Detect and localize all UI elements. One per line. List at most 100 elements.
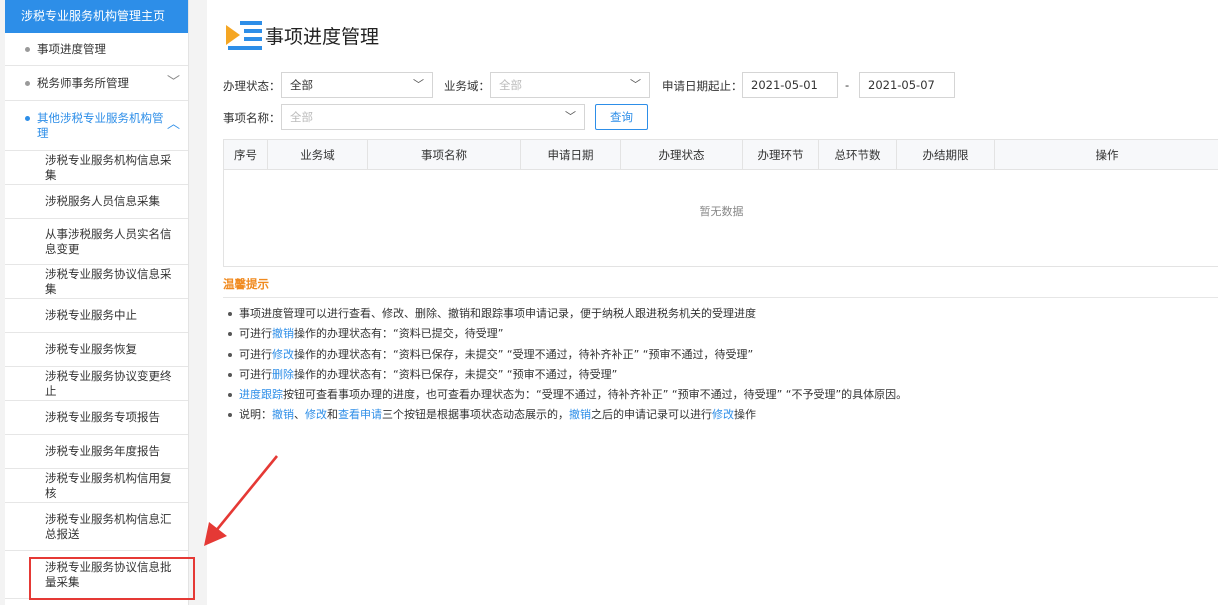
- sidebar-item-other-agencies[interactable]: 其他涉税专业服务机构管理 ︿: [5, 101, 188, 151]
- sidebar-subitem-label: 涉税专业服务机构信息采集: [45, 152, 172, 182]
- tip-keyword-link[interactable]: 撤销: [272, 408, 294, 421]
- item-name-placeholder: 全部: [290, 110, 313, 124]
- date-separator: -: [845, 78, 850, 92]
- column-header-item-name: 事项名称: [368, 140, 521, 170]
- tip-text: 可进行: [239, 327, 272, 341]
- sidebar-subitem-label: 涉税专业服务专项报告: [45, 410, 160, 424]
- tip-item: 事项进度管理可以进行查看、修改、删除、撤销和跟踪事项申请记录，便于纳税人跟进税务…: [225, 306, 1215, 326]
- sidebar-subitem[interactable]: 涉税专业服务机构信用复核: [5, 469, 188, 503]
- tips-title: 温馨提示: [223, 277, 269, 291]
- status-label: 办理状态：: [223, 79, 281, 93]
- sidebar-subitem-label: 涉税服务人员信息采集: [45, 194, 160, 208]
- date-from-value: 2021-05-01: [751, 78, 818, 92]
- tip-text: 可进行: [239, 347, 272, 361]
- sidebar-item-progress[interactable]: 事项进度管理: [5, 33, 188, 66]
- column-header-total-stages: 总环节数: [819, 140, 897, 170]
- sidebar-subitem-label: 涉税专业服务机构信息汇总报送: [45, 511, 172, 541]
- date-from-input[interactable]: 2021-05-01: [742, 72, 838, 98]
- annotation-highlight-box: [29, 557, 195, 600]
- tip-keyword-link[interactable]: 查看申请: [338, 408, 382, 421]
- table-empty-message: 暂无数据: [699, 205, 744, 218]
- sidebar-subitem[interactable]: 涉税专业服务年度报告: [5, 435, 188, 469]
- sidebar-subitem[interactable]: 涉税专业服务专项报告: [5, 401, 188, 435]
- sidebar-subitem[interactable]: 涉税专业服务中止: [5, 299, 188, 333]
- tip-keyword-link[interactable]: 修改: [305, 408, 327, 421]
- tip-text: 三个按钮是根据事项状态动态展示的，: [382, 408, 569, 422]
- tip-text: 操作的办理状态有：“资料已保存，未提交” “预审不通过，待受理”: [294, 367, 618, 381]
- tip-item: 可进行撤销操作的办理状态有：“资料已提交，待受理”: [225, 326, 1215, 346]
- column-header-domain: 业务域: [268, 140, 368, 170]
- sidebar-header[interactable]: 涉税专业服务机构管理主页: [5, 0, 188, 33]
- tip-keyword-link[interactable]: 撤销: [569, 408, 591, 421]
- item-name-label: 事项名称：: [223, 111, 281, 125]
- sidebar-subitem-label: 涉税专业服务年度报告: [45, 444, 160, 458]
- column-header-apply-date: 申请日期: [521, 140, 621, 170]
- sidebar-item-label: 税务师事务所管理: [37, 76, 129, 90]
- column-header-index: 序号: [224, 140, 268, 170]
- domain-select-placeholder: 全部: [499, 78, 522, 92]
- column-header-actions: 操作: [1095, 148, 1119, 162]
- main-content: 事项进度管理 办理状态： 全部 ﹀ 业务域： 全部 ﹀ 申请日期起止： 2021…: [207, 0, 1218, 605]
- chevron-down-icon: ﹀: [630, 78, 641, 91]
- sidebar-item-tax-office[interactable]: 税务师事务所管理 ﹀: [5, 66, 188, 101]
- tip-text: 、: [294, 408, 305, 422]
- results-table: 序号 业务域 事项名称 申请日期 办理状态 办理环节 总环节数 办结期限 操作 …: [223, 139, 1218, 267]
- sidebar-subitem-label: 涉税专业服务协议信息采集: [45, 266, 172, 296]
- sidebar-subitem-label: 涉税专业服务中止: [45, 308, 137, 322]
- sidebar-subitem-label: 从事涉税服务人员实名信息变更: [45, 226, 172, 256]
- tips-list: 事项进度管理可以进行查看、修改、删除、撤销和跟踪事项申请记录，便于纳税人跟进税务…: [225, 306, 1215, 428]
- chevron-down-icon: ﹀: [413, 78, 424, 91]
- tip-keyword-link[interactable]: 删除: [272, 368, 294, 381]
- sidebar-subitem[interactable]: 从事涉税服务人员实名信息变更: [5, 219, 188, 265]
- tip-keyword-link[interactable]: 修改: [272, 348, 294, 361]
- tip-item: 可进行删除操作的办理状态有：“资料已保存，未提交” “预审不通过，待受理”: [225, 367, 1215, 387]
- tip-keyword-link[interactable]: 撤销: [272, 327, 294, 340]
- sidebar-panel: 涉税专业服务机构管理主页 事项进度管理 税务师事务所管理 ﹀ 其他涉税专业服务机…: [5, 0, 189, 605]
- date-to-input[interactable]: 2021-05-07: [859, 72, 955, 98]
- sidebar-subitem[interactable]: 涉税专业服务协议信息采集: [5, 265, 188, 299]
- date-to-value: 2021-05-07: [868, 78, 935, 92]
- tip-text: 操作: [734, 408, 756, 422]
- sidebar-item-label: 事项进度管理: [37, 42, 106, 56]
- tip-text: 按钮可查看事项办理的进度，也可查看办理状态为：“受理不通过，待补齐补正” “预审…: [283, 388, 908, 402]
- status-select[interactable]: 全部 ﹀: [281, 72, 433, 98]
- sidebar-subitem[interactable]: 涉税服务人员信息采集: [5, 185, 188, 219]
- list-logo-icon: [226, 21, 262, 50]
- sidebar: 涉税专业服务机构管理主页 事项进度管理 税务师事务所管理 ﹀ 其他涉税专业服务机…: [0, 0, 207, 605]
- query-button[interactable]: 查询: [595, 104, 648, 130]
- sidebar-subitem-label: 涉税专业服务机构信用复核: [45, 470, 172, 500]
- sidebar-subitem-label: 涉税专业服务协议变更终止: [45, 368, 172, 398]
- tips-divider: [223, 297, 1218, 298]
- page-title: 事项进度管理: [265, 26, 380, 48]
- tip-text: 操作的办理状态有：“资料已提交，待受理”: [294, 327, 504, 341]
- tip-item: 可进行修改操作的办理状态有：“资料已保存，未提交” “受理不通过，待补齐补正” …: [225, 347, 1215, 367]
- status-select-value: 全部: [290, 78, 313, 92]
- tip-text: 之后的申请记录可以进行: [591, 408, 712, 422]
- item-name-select[interactable]: 全部 ﹀: [281, 104, 585, 130]
- tip-text: 事项进度管理可以进行查看、修改、删除、撤销和跟踪事项申请记录，便于纳税人跟进税务…: [239, 307, 756, 320]
- bullet-icon: [25, 47, 30, 52]
- chevron-up-icon: ︿: [166, 117, 180, 132]
- sidebar-subitem[interactable]: 涉税专业服务机构信息采集: [5, 151, 188, 185]
- tip-keyword-link[interactable]: 进度跟踪: [239, 388, 283, 401]
- sidebar-subitem-label: 涉税专业服务恢复: [45, 342, 137, 356]
- table-header: 序号 业务域 事项名称 申请日期 办理状态 办理环节 总环节数 办结期限 操作: [224, 140, 1218, 170]
- tip-item: 进度跟踪按钮可查看事项办理的进度，也可查看办理状态为：“受理不通过，待补齐补正”…: [225, 387, 1215, 407]
- sidebar-subitem[interactable]: 涉税专业服务恢复: [5, 333, 188, 367]
- chevron-down-icon: ﹀: [565, 110, 576, 123]
- domain-select[interactable]: 全部 ﹀: [490, 72, 650, 98]
- annotation-arrow-icon: [204, 455, 279, 546]
- tip-keyword-link[interactable]: 修改: [712, 408, 734, 421]
- tip-text: 可进行: [239, 367, 272, 381]
- sidebar-subitem[interactable]: 涉税专业服务机构信息汇总报送: [5, 503, 188, 551]
- bullet-icon: [25, 81, 30, 86]
- sidebar-subitem[interactable]: 涉税专业服务协议变更终止: [5, 367, 188, 401]
- tip-text: 说明：: [239, 408, 272, 422]
- date-range-label: 申请日期起止：: [662, 79, 743, 93]
- column-header-stage: 办理环节: [743, 140, 819, 170]
- column-header-status: 办理状态: [621, 140, 743, 170]
- tip-text: 操作的办理状态有：“资料已保存，未提交” “受理不通过，待补齐补正” “预审不通…: [294, 347, 754, 361]
- chevron-down-icon: ﹀: [166, 75, 180, 90]
- bullet-icon: [25, 116, 30, 121]
- sidebar-item-label: 其他涉税专业服务机构管理: [37, 111, 164, 140]
